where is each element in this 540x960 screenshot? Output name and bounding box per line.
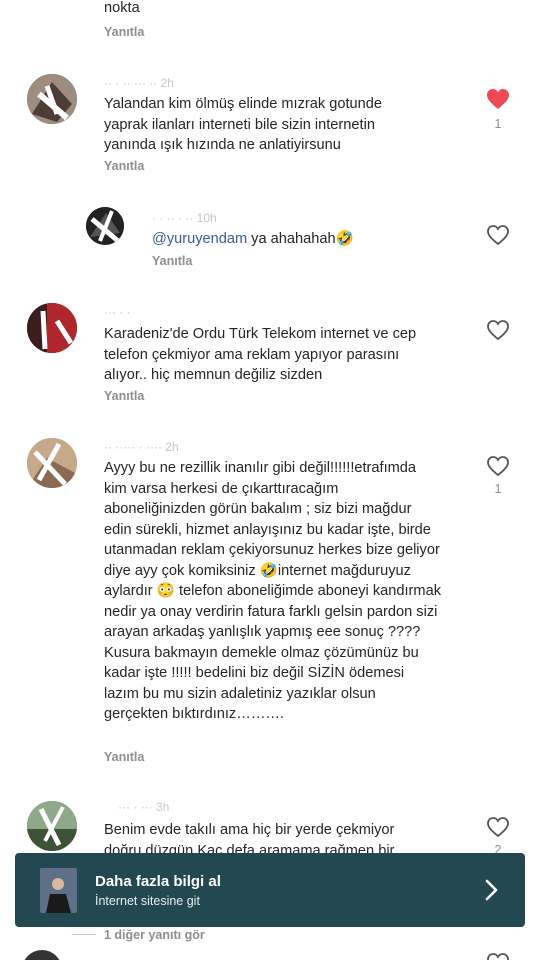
avatar[interactable] bbox=[27, 438, 77, 488]
reply-button[interactable]: Yanıtla bbox=[152, 254, 192, 268]
like-count: 1 bbox=[494, 482, 502, 496]
heart-outline-icon[interactable] bbox=[486, 455, 510, 477]
view-more-replies[interactable]: 1 diğer yanıtı gör bbox=[104, 928, 205, 942]
like-count: 1 bbox=[494, 117, 502, 131]
banner-subtitle: İnternet sitesine git bbox=[95, 894, 200, 908]
heart-outline-icon[interactable] bbox=[486, 224, 510, 246]
heart-outline-icon[interactable] bbox=[486, 319, 510, 341]
banner-thumbnail bbox=[40, 868, 77, 913]
comment-text: @yuruyendam ya ahahahah🤣 bbox=[152, 231, 354, 247]
comment-username[interactable]: ·· ····· · ···· 2h bbox=[104, 440, 179, 454]
comment-text: Yalandan kim ölmüş elinde mızrak gotunde… bbox=[104, 96, 382, 153]
reply-button[interactable]: Yanıtla bbox=[104, 159, 144, 173]
comment-username[interactable]: ··· · · bbox=[104, 305, 131, 319]
comment-text: Ayyy bu ne rezillik inanılır gibi değil!… bbox=[104, 460, 441, 722]
heart-filled-icon[interactable] bbox=[486, 88, 510, 110]
comment-text: nokta bbox=[104, 0, 140, 16]
reply-button[interactable]: Yanıtla bbox=[104, 750, 144, 764]
avatar[interactable] bbox=[86, 207, 124, 245]
avatar[interactable] bbox=[27, 74, 77, 124]
avatar[interactable] bbox=[27, 303, 77, 353]
cta-banner[interactable]: Daha fazla bilgi al İnternet sitesine gi… bbox=[15, 853, 525, 927]
heart-outline-icon[interactable] bbox=[486, 816, 510, 838]
comment-username[interactable]: ··· · ··· 3h bbox=[118, 800, 169, 814]
comment-username[interactable]: · · ·· · ·· 10h bbox=[152, 211, 217, 225]
heart-outline-icon[interactable] bbox=[486, 952, 510, 960]
banner-title: Daha fazla bilgi al bbox=[95, 873, 221, 890]
comment-text: Benim evde takılı ama hiç bir yerde çekm… bbox=[104, 822, 395, 853]
reply-button[interactable]: Yanıtla bbox=[104, 25, 144, 39]
avatar[interactable] bbox=[22, 950, 62, 960]
comment-text: Karadeniz'de Ordu Türk Telekom internet … bbox=[104, 326, 417, 383]
mention-link[interactable]: @yuruyendam bbox=[152, 231, 247, 247]
reply-button[interactable]: Yanıtla bbox=[104, 389, 144, 403]
comment-username[interactable]: ·· · ·· ··· ·· 2h bbox=[104, 76, 174, 90]
divider-line bbox=[72, 934, 96, 935]
chevron-right-icon bbox=[485, 879, 498, 901]
avatar[interactable] bbox=[27, 801, 77, 851]
